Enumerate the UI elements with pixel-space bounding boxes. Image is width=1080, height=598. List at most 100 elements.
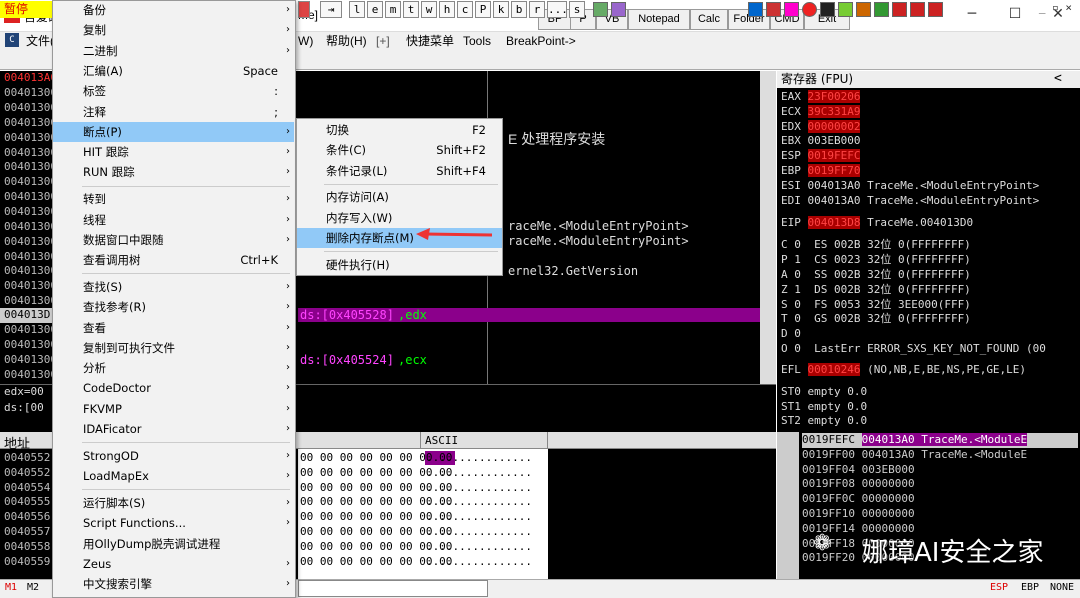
dump-address[interactable]: 0040554 (4, 481, 50, 496)
notepad-button[interactable]: Notepad (628, 9, 690, 30)
status-m1[interactable]: M1 (5, 582, 17, 593)
stack-row[interactable]: 0019FF0C 00000000 (802, 492, 1078, 507)
dump-ascii-row[interactable]: ................ (426, 510, 532, 525)
menu-item-5[interactable]: 注释; (53, 102, 294, 122)
menu-item-24[interactable]: Script Functions... › (53, 513, 294, 533)
menu-item-2[interactable]: 二进制 › (53, 41, 294, 61)
step-icon[interactable]: ⇥ (320, 1, 342, 18)
maximize-icon[interactable]: ☐ (1003, 6, 1027, 26)
menu-breakpoint[interactable]: BreakPoint-> (506, 32, 576, 50)
menu-item-13[interactable]: 查找(S) › (53, 277, 294, 297)
command-input[interactable] (298, 580, 488, 597)
record-icon[interactable] (802, 2, 817, 17)
fpu-line[interactable]: ST0 empty 0.0 (781, 385, 867, 400)
addr-row[interactable]: 00401300 (0, 235, 57, 250)
addr-row-current[interactable]: 004013D (0, 308, 52, 323)
register-efl[interactable]: EFL 00010246 (NO,NB,E,BE,NS,PE,GE,LE) (781, 362, 1026, 378)
menu-item-15[interactable]: 查看 › (53, 318, 294, 338)
register-edx[interactable]: EDX 00000002 (781, 119, 861, 135)
plugin-icon-8[interactable] (892, 2, 907, 17)
toolbar-s[interactable]: s (569, 1, 585, 18)
flag-line[interactable]: Z 1 DS 002B 32位 0(FFFFFFFF) (781, 283, 971, 298)
dump-ascii-row[interactable]: ................ (426, 555, 532, 570)
stack-row[interactable]: 0019FF10 00000000 (802, 507, 1078, 522)
register-value[interactable]: 0019FEFC (807, 149, 861, 163)
menu-w[interactable]: W) (298, 32, 313, 50)
dump-address[interactable]: 0040552 (4, 466, 50, 481)
menu-item-18[interactable]: CodeDoctor › (53, 378, 294, 398)
dump-ascii-row[interactable]: ................ (426, 466, 532, 481)
menu-item-12[interactable]: 查看调用树 Ctrl+K (53, 250, 294, 270)
submenu-item-6[interactable]: 硬件执行(H) (297, 255, 502, 275)
addr-row[interactable]: 00401300 (0, 353, 57, 368)
addr-row[interactable]: 004013A0 (0, 71, 57, 86)
menu-item-21[interactable]: StrongOD › (53, 446, 294, 466)
flag-line[interactable]: O 0 LastErr ERROR_SXS_KEY_NOT_FOUND (00 (781, 342, 1046, 357)
submenu-item-1[interactable]: 条件(C) Shift+F2 (297, 140, 502, 160)
registers-header[interactable]: 寄存器 (FPU) (777, 71, 1080, 88)
addr-row[interactable]: 00401300 (0, 294, 57, 309)
dump-address[interactable]: 0040555 (4, 495, 50, 510)
plugin-icon-1[interactable] (748, 2, 763, 17)
dump-address[interactable]: 0040552 (4, 451, 50, 466)
addr-row[interactable]: 00401300 (0, 86, 57, 101)
plugin-icon-7[interactable] (874, 2, 889, 17)
menu-item-8[interactable]: RUN 跟踪 › (53, 162, 294, 182)
flag-line[interactable]: T 0 GS 002B 32位 0(FFFFFFFF) (781, 312, 971, 327)
addr-row[interactable]: 00401300 (0, 323, 57, 338)
mdi-controls[interactable]: _ ▫ × (1039, 1, 1072, 14)
register-value[interactable]: 00000002 (807, 119, 861, 133)
fpu-line[interactable]: ST1 empty 0.0 (781, 400, 867, 415)
status-esp[interactable]: ESP (990, 582, 1008, 593)
submenu-item-3[interactable]: 内存访问(A) (297, 187, 502, 207)
addr-row[interactable]: 00401300 (0, 101, 57, 116)
stack-scrollbar[interactable] (777, 432, 799, 579)
menu-tools[interactable]: Tools (463, 32, 491, 50)
addr-row[interactable]: 00401300 (0, 190, 57, 205)
menu-item-4[interactable]: 标签: (53, 81, 294, 101)
toolbar-dots[interactable]: ... (547, 1, 568, 18)
menu-item-0[interactable]: 备份 › (53, 0, 294, 20)
menu-quick[interactable]: 快捷菜单 (406, 32, 454, 50)
register-eip[interactable]: EIP 004013D8 TraceMe.004013D0 (781, 216, 973, 231)
register-value[interactable]: 23F00206 (807, 90, 861, 103)
menu-item-6[interactable]: 断点(P) › (53, 121, 294, 143)
flag-line[interactable]: S 0 FS 0053 32位 3EE000(FFF) (781, 298, 971, 313)
toolbar-m[interactable]: m (385, 1, 401, 18)
plugin-icon-5[interactable] (838, 2, 853, 17)
toolbar-r[interactable]: r (529, 1, 545, 18)
addr-row[interactable]: 00401300 (0, 220, 57, 235)
dump-ascii-row[interactable]: ................ (426, 481, 532, 496)
list-icon[interactable] (593, 2, 608, 17)
submenu-item-2[interactable]: 条件记录(L) Shift+F4 (297, 161, 502, 181)
toolbar-e[interactable]: e (367, 1, 383, 18)
addr-row[interactable]: 00401300 (0, 250, 57, 265)
register-edi[interactable]: EDI 004013A0 TraceMe.<ModuleEntryPoint> (781, 194, 1039, 209)
flag-line[interactable]: D 0 (781, 327, 801, 342)
dump-ascii-header[interactable]: ASCII (425, 434, 458, 447)
menu-item-23[interactable]: 运行脚本(S) › (53, 493, 294, 513)
register-esi[interactable]: ESI 004013A0 TraceMe.<ModuleEntryPoint> (781, 179, 1039, 194)
plugin-icon-10[interactable] (928, 2, 943, 17)
menu-item-25[interactable]: 用OllyDump脱壳调试进程 (53, 534, 294, 554)
toolbar-p[interactable]: P (475, 1, 491, 18)
addr-row[interactable]: 00401300 (0, 205, 57, 220)
register-value[interactable]: 003EB000 (808, 134, 861, 147)
status-none[interactable]: NONE (1050, 582, 1074, 593)
menu-item-10[interactable]: 线程 › (53, 210, 294, 230)
collapse-icon[interactable]: < (1054, 71, 1062, 86)
register-ebx[interactable]: EBX 003EB000 (781, 134, 860, 149)
register-value[interactable]: 00010246 (807, 362, 861, 376)
flag-line[interactable]: A 0 SS 002B 32位 0(FFFFFFFF) (781, 268, 971, 283)
menu-item-27[interactable]: 中文搜索引擎 › (53, 574, 294, 594)
grid-icon[interactable] (611, 2, 626, 17)
submenu-item-4[interactable]: 内存写入(W) (297, 208, 502, 228)
stack-row[interactable]: 0019FF08 00000000 (802, 477, 1078, 492)
stack-row[interactable]: 0019FEFC 004013A0 TraceMe.<ModuleE (802, 433, 1078, 448)
menu-item-3[interactable]: 汇编(A) Space (53, 61, 294, 81)
menu-item-16[interactable]: 复制到可执行文件 › (53, 338, 294, 358)
register-value[interactable]: 39C331A9 (807, 104, 861, 118)
menu-item-9[interactable]: 转到 › (53, 189, 294, 209)
addr-row[interactable]: 00401300 (0, 368, 57, 383)
dump-ascii-row[interactable]: ................ (426, 495, 532, 510)
